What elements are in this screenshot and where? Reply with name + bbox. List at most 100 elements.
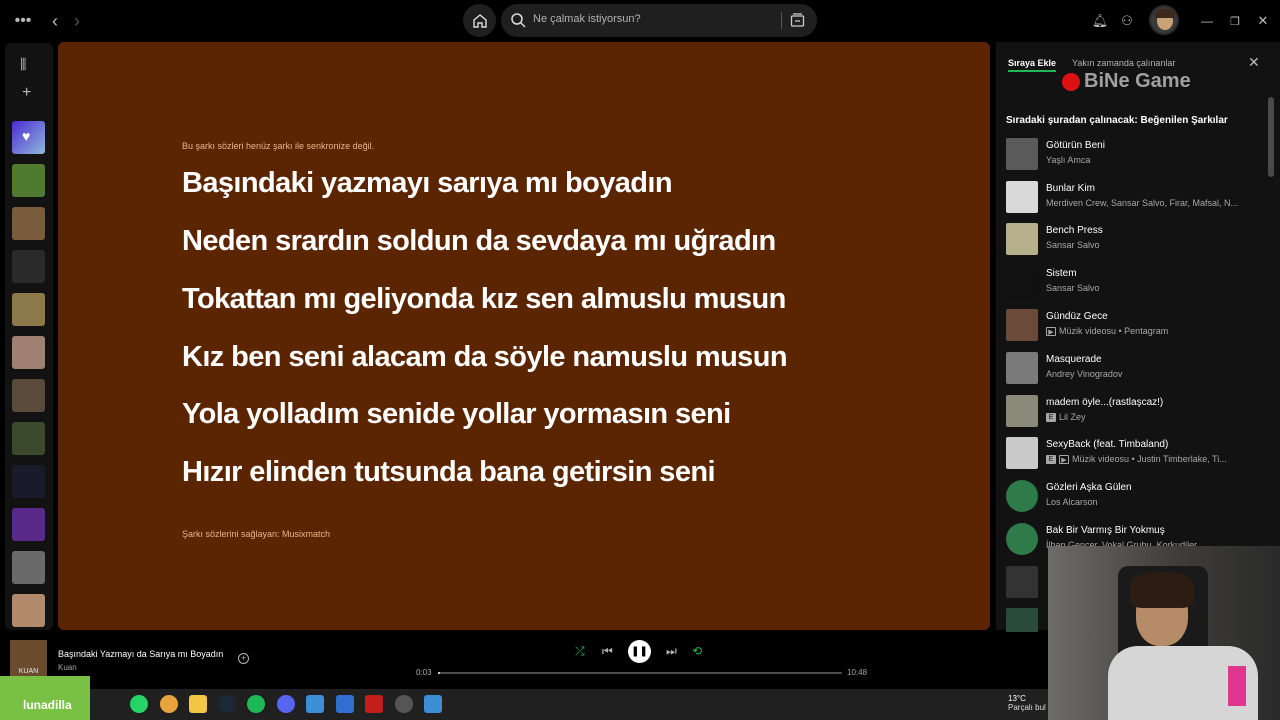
- album-cover: [1006, 437, 1038, 469]
- track-title: Bench Press: [1046, 225, 1103, 236]
- sync-note: Bu şarkı sözleri henüz şarkı ile senkron…: [182, 141, 375, 151]
- pdf-icon[interactable]: [365, 695, 383, 713]
- queue-item[interactable]: Bench Press Sansar Salvo: [1006, 223, 1266, 259]
- browse-icon[interactable]: [790, 13, 805, 28]
- library-sidebar: ⫼ + ♥: [5, 43, 53, 630]
- app-icon[interactable]: [336, 695, 354, 713]
- steam-icon[interactable]: [218, 695, 236, 713]
- forward-arrow-icon[interactable]: ›: [66, 10, 88, 32]
- lyric-line: Tokattan mı geliyonda kız sen almuslu mu…: [182, 283, 786, 315]
- next-icon[interactable]: ⏭: [666, 644, 677, 659]
- pause-button[interactable]: ❚❚: [628, 640, 651, 663]
- album-cover: [1006, 309, 1038, 341]
- search-bar[interactable]: Ne çalmak istiyorsun?: [501, 4, 817, 37]
- close-icon[interactable]: ✕: [1248, 54, 1260, 71]
- track-title: SexyBack (feat. Timbaland): [1046, 439, 1169, 450]
- search-input[interactable]: Ne çalmak istiyorsun?: [533, 13, 641, 25]
- lyrics-panel: Bu şarkı sözleri henüz şarkı ile senkron…: [58, 42, 990, 630]
- duration-time: 10:48: [847, 668, 868, 677]
- album-cover: [1006, 266, 1038, 298]
- folder-icon[interactable]: [189, 695, 207, 713]
- lyric-line: Yola yolladım senide yollar yormasın sen…: [182, 398, 731, 430]
- bell-icon[interactable]: 🔔︎: [1089, 10, 1111, 32]
- library-icon[interactable]: ⫼: [20, 56, 26, 73]
- track-title: Götürün Beni: [1046, 140, 1105, 151]
- library-item[interactable]: [12, 207, 45, 240]
- track-title: Bak Bir Varmış Bir Yokmuş: [1046, 525, 1165, 536]
- track-subtitle: ▶ Müzik videosu • Pentagram: [1046, 326, 1246, 337]
- queue-item[interactable]: madem öyle...(rastlaşcaz!) E Lil Zey: [1006, 395, 1266, 431]
- track-title: Sistem: [1046, 268, 1077, 279]
- explicit-icon: E: [1046, 413, 1056, 423]
- lyric-line: Neden srardın soldun da sevdaya mı uğrad…: [182, 225, 776, 257]
- chrome-icon[interactable]: [160, 695, 178, 713]
- app-icon[interactable]: [306, 695, 324, 713]
- queue-item[interactable]: Sistem Sansar Salvo: [1006, 266, 1266, 302]
- weather-widget[interactable]: 13°C Parçalı bul: [1008, 694, 1046, 712]
- library-item[interactable]: [12, 551, 45, 584]
- top-bar: ••• ‹ › Ne çalmak istiyorsun? 🔔︎ ⚇ — ❐ ✕: [0, 0, 1280, 42]
- library-item[interactable]: [12, 465, 45, 498]
- library-item[interactable]: [12, 379, 45, 412]
- track-title: Gündüz Gece: [1046, 311, 1108, 322]
- shuffle-icon[interactable]: ⤮: [575, 644, 585, 659]
- queue-scrollbar[interactable]: [1268, 97, 1274, 177]
- track-subtitle: Andrey Vinogradov: [1046, 369, 1123, 379]
- queue-item[interactable]: Bunlar Kim Merdiven Crew, Sansar Salvo, …: [1006, 181, 1266, 217]
- now-playing-artist[interactable]: Kuan: [58, 663, 77, 672]
- spotify-icon[interactable]: [247, 695, 265, 713]
- search-icon: [511, 13, 526, 28]
- library-item[interactable]: [12, 164, 45, 197]
- library-item[interactable]: [12, 508, 45, 541]
- player-bar: KUAN Başındaki Yazmayı da Sarıya mı Boya…: [0, 632, 1050, 688]
- more-menu-icon[interactable]: •••: [12, 10, 34, 32]
- repeat-icon[interactable]: ⟲: [692, 644, 702, 658]
- queue-item[interactable]: SexyBack (feat. Timbaland) E ▶ Müzik video…: [1006, 437, 1266, 473]
- library-item[interactable]: [12, 594, 45, 627]
- queue-item[interactable]: Gündüz Gece ▶ Müzik videosu • Pentagram: [1006, 309, 1266, 345]
- now-playing-title[interactable]: Başındaki Yazmayı da Sarıya mı Boyadın: [58, 649, 223, 659]
- track-subtitle: Sansar Salvo: [1046, 283, 1100, 293]
- track-subtitle: Merdiven Crew, Sansar Salvo, Firar, Mafs…: [1046, 198, 1239, 208]
- library-item[interactable]: [12, 422, 45, 455]
- minimize-icon[interactable]: —: [1196, 10, 1218, 32]
- album-cover: [1006, 181, 1038, 213]
- add-to-library-icon[interactable]: +: [238, 653, 249, 664]
- progress-fill: [438, 672, 441, 674]
- track-title: madem öyle...(rastlaşcaz!): [1046, 397, 1164, 408]
- friends-icon[interactable]: ⚇: [1116, 10, 1138, 32]
- library-item[interactable]: [12, 250, 45, 283]
- watermark: BiNe Game: [1062, 70, 1191, 93]
- avatar[interactable]: [1149, 5, 1179, 35]
- watermark-logo-icon: [1062, 72, 1080, 91]
- queue-item[interactable]: Gözleri Aşka Gülen Los Alcarson: [1006, 480, 1266, 516]
- liked-songs-playlist[interactable]: ♥: [12, 121, 45, 154]
- plus-icon[interactable]: +: [22, 84, 31, 102]
- library-item[interactable]: [12, 293, 45, 326]
- whatsapp-icon[interactable]: [130, 695, 148, 713]
- obs-icon[interactable]: [395, 695, 413, 713]
- track-subtitle: E ▶ Müzik videosu • Justin Timberlake, Ti.…: [1046, 454, 1246, 465]
- queue-item[interactable]: Götürün Beni Yaşlı Amca: [1006, 138, 1266, 174]
- tab-queue[interactable]: Sıraya Ekle: [1008, 58, 1057, 72]
- track-title: Bunlar Kim: [1046, 183, 1095, 194]
- close-window-icon[interactable]: ✕: [1252, 10, 1274, 32]
- discord-icon[interactable]: [277, 695, 295, 713]
- home-button[interactable]: [463, 4, 496, 37]
- progress-bar[interactable]: [438, 672, 842, 674]
- now-playing-cover[interactable]: KUAN: [10, 640, 47, 677]
- track-subtitle: E Lil Zey: [1046, 412, 1246, 423]
- album-cover: [1006, 138, 1038, 170]
- track-subtitle: Yaşlı Amca: [1046, 155, 1091, 165]
- previous-icon[interactable]: ⏮: [602, 644, 613, 659]
- library-item[interactable]: [12, 336, 45, 369]
- back-arrow-icon[interactable]: ‹: [44, 10, 66, 32]
- queue-item[interactable]: Masquerade Andrey Vinogradov: [1006, 352, 1266, 388]
- restore-icon[interactable]: ❐: [1224, 10, 1246, 32]
- track-subtitle: Sansar Salvo: [1046, 240, 1100, 250]
- album-cover: [1006, 566, 1038, 598]
- track-subtitle: Los Alcarson: [1046, 497, 1098, 507]
- tab-recently-played[interactable]: Yakın zamanda çalınanlar: [1072, 58, 1175, 68]
- elapsed-time: 0:03: [416, 668, 432, 677]
- app-icon[interactable]: [424, 695, 442, 713]
